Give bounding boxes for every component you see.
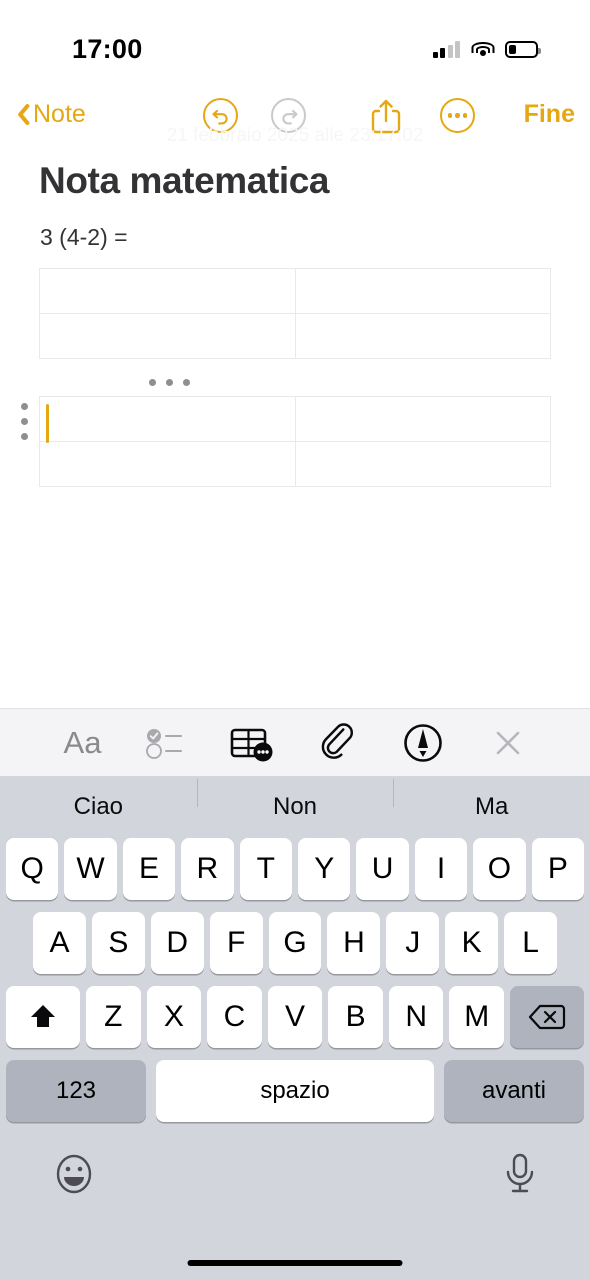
battery-low-icon	[505, 40, 541, 58]
table-row[interactable]	[39, 441, 551, 487]
key-v[interactable]: V	[267, 986, 323, 1048]
home-indicator-bar	[187, 1260, 403, 1266]
numeric-mode-key[interactable]: 123	[6, 1060, 146, 1122]
key-m[interactable]: M	[449, 986, 505, 1048]
aa-text-format-icon: Aa	[63, 724, 102, 760]
key-t[interactable]: T	[239, 838, 292, 900]
paperclip-icon	[321, 722, 353, 759]
ellipsis-circle-icon	[447, 113, 468, 118]
key-q[interactable]: Q	[5, 838, 59, 900]
prediction-1[interactable]: Ciao	[0, 793, 197, 821]
status-bar-time: 17:00	[72, 33, 143, 64]
keyboard-row-3: Z X C V B N M	[0, 986, 590, 1048]
status-bar-indicators	[432, 40, 541, 58]
table-row-handle-dots-icon[interactable]	[21, 403, 28, 440]
key-y[interactable]: Y	[298, 838, 351, 900]
table-cell[interactable]	[294, 313, 551, 359]
delete-key[interactable]	[510, 986, 585, 1048]
attachment-button[interactable]	[310, 720, 366, 766]
smiley-face-icon	[56, 1154, 92, 1194]
note-title: Nota matematica	[39, 160, 330, 201]
markup-button[interactable]	[395, 720, 451, 766]
key-p[interactable]: P	[531, 838, 585, 900]
key-o[interactable]: O	[473, 838, 526, 900]
note-body-line: 3 (4-2) =	[40, 224, 128, 250]
key-s[interactable]: S	[91, 912, 145, 974]
key-l[interactable]: L	[504, 912, 558, 974]
table-cell-active[interactable]	[39, 396, 296, 442]
prediction-3[interactable]: Ma	[393, 779, 590, 821]
note-table-2[interactable]	[39, 396, 551, 487]
checklist-button[interactable]	[140, 720, 196, 766]
table-row[interactable]	[39, 268, 551, 314]
table-button[interactable]	[225, 720, 281, 766]
key-i[interactable]: I	[414, 838, 468, 900]
text-cursor	[46, 404, 49, 443]
predictive-text-bar: Ciao Non Ma	[0, 776, 590, 838]
cellular-signal-icon	[432, 40, 460, 58]
close-x-icon	[496, 731, 519, 754]
table-cell[interactable]	[39, 268, 296, 314]
next-key[interactable]: avanti	[444, 1060, 584, 1122]
key-x[interactable]: X	[146, 986, 202, 1048]
table-options-icon	[230, 728, 272, 761]
key-g[interactable]: G	[268, 912, 322, 974]
key-c[interactable]: C	[207, 986, 262, 1048]
close-toolbar-button[interactable]	[480, 720, 536, 766]
key-k[interactable]: K	[445, 912, 499, 974]
note-timestamp: 21 febbraio 2025 alle 23:17:02	[166, 125, 424, 146]
key-b[interactable]: B	[328, 986, 383, 1048]
shift-arrow-up-icon	[30, 1005, 55, 1027]
prediction-2[interactable]: Non	[196, 779, 394, 821]
key-z[interactable]: Z	[85, 986, 141, 1048]
key-h[interactable]: H	[327, 912, 381, 974]
format-toolbar: Aa	[0, 708, 590, 776]
key-r[interactable]: R	[181, 838, 234, 900]
note-table-1[interactable]	[39, 268, 551, 359]
table-cell[interactable]	[294, 396, 551, 442]
undo-arrow-icon	[211, 109, 228, 124]
key-j[interactable]: J	[386, 912, 440, 974]
table-cell[interactable]	[39, 441, 296, 487]
status-bar: 17:00	[0, 0, 590, 78]
key-f[interactable]: F	[209, 912, 263, 974]
microphone-icon	[506, 1153, 534, 1193]
space-key[interactable]: spazio	[156, 1060, 434, 1122]
key-w[interactable]: W	[64, 838, 117, 900]
markup-pen-circle-icon	[403, 723, 442, 762]
key-a[interactable]: A	[33, 912, 86, 974]
wifi-icon	[471, 41, 494, 58]
table-row[interactable]	[39, 313, 551, 359]
dictation-key[interactable]	[500, 1150, 540, 1203]
keyboard-bottom-row	[0, 1134, 590, 1229]
notes-app-screen: 17:00 Note Fine 21 febbraio 2025 alle 23…	[0, 0, 590, 1280]
redo-arrow-icon	[281, 109, 298, 124]
table-cell[interactable]	[294, 441, 551, 487]
emoji-key[interactable]	[50, 1150, 98, 1203]
software-keyboard: Ciao Non Ma Q W E R T Y U I O P A S D F …	[0, 776, 590, 1280]
key-u[interactable]: U	[356, 838, 409, 900]
key-d[interactable]: D	[150, 912, 204, 974]
table-cell[interactable]	[39, 313, 296, 359]
shift-key[interactable]	[5, 986, 80, 1048]
key-n[interactable]: N	[388, 986, 444, 1048]
checklist-icon	[145, 728, 182, 759]
table-column-handle-dots-icon[interactable]	[149, 379, 190, 386]
table-cell[interactable]	[294, 268, 551, 314]
keyboard-row-2: A S D F G H J K L	[0, 912, 590, 974]
keyboard-row-4: 123 spazio avanti	[0, 1060, 590, 1122]
text-format-button[interactable]: Aa	[55, 720, 111, 766]
backspace-delete-icon	[528, 1004, 566, 1030]
table-row[interactable]	[39, 396, 551, 442]
keyboard-row-1: Q W E R T Y U I O P	[0, 838, 590, 900]
key-e[interactable]: E	[122, 838, 176, 900]
